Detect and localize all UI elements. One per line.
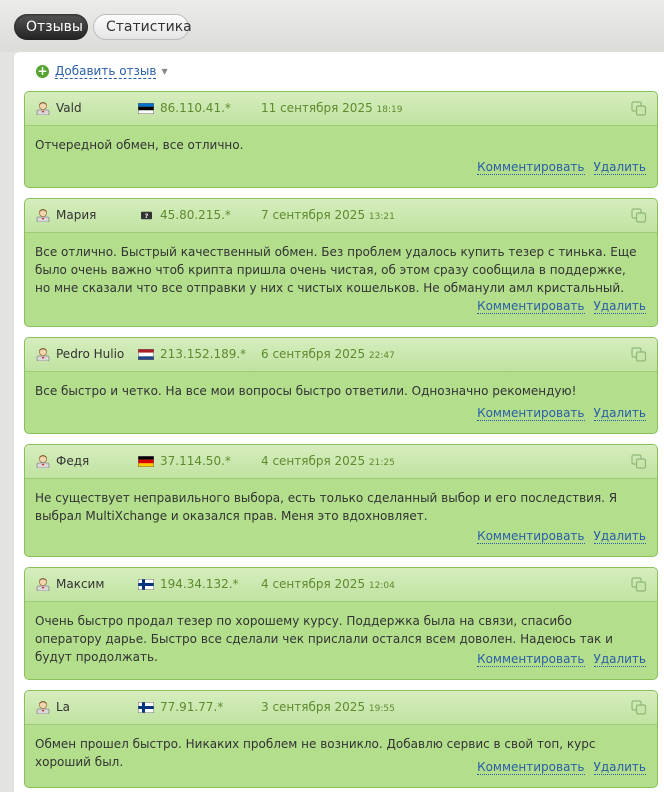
review-header: Vald 86.110.41.* 11 сентября 2025 18:19 bbox=[25, 92, 657, 126]
comment-link[interactable]: Комментировать bbox=[477, 299, 585, 314]
review-text: Все быстро и четко. На все мои вопросы б… bbox=[35, 384, 577, 398]
review-date: 7 сентября 2025 13:21 bbox=[261, 208, 395, 222]
review-date: 3 сентября 2025 19:55 bbox=[261, 700, 395, 714]
delete-link[interactable]: Удалить bbox=[593, 406, 646, 421]
plus-circle-icon: + bbox=[36, 63, 49, 78]
comment-link[interactable]: Комментировать bbox=[477, 160, 585, 175]
delete-link[interactable]: Удалить bbox=[593, 299, 646, 314]
svg-text:?: ? bbox=[145, 213, 149, 220]
review-header: Федя 37.114.50.* 4 сентября 2025 21:25 bbox=[25, 445, 657, 479]
delete-link[interactable]: Удалить bbox=[593, 652, 646, 667]
reviewer-ip: 86.110.41.* bbox=[160, 101, 231, 115]
user-icon bbox=[36, 209, 50, 222]
finland-flag-icon bbox=[138, 702, 154, 713]
reviewer-name: Pedro Hulio bbox=[56, 347, 125, 361]
review-card: Максим 194.34.132.* 4 сентября 2025 12:0… bbox=[24, 567, 658, 680]
review-actions: Комментировать Удалить bbox=[468, 760, 646, 775]
user-icon bbox=[36, 348, 50, 361]
reviews-panel: + Добавить отзыв ▼ Vald 86.110.41.* 11 с… bbox=[14, 52, 664, 792]
review-card: Pedro Hulio 213.152.189.* 6 сентября 202… bbox=[24, 337, 658, 434]
reviewer-ip: 45.80.215.* bbox=[160, 208, 231, 222]
review-text: Не существует неправильного выбора, есть… bbox=[35, 491, 618, 523]
delete-link[interactable]: Удалить bbox=[593, 529, 646, 544]
reviewer-ip: 194.34.132.* bbox=[160, 577, 239, 591]
copy-icon[interactable] bbox=[631, 208, 647, 223]
user-icon bbox=[36, 455, 50, 468]
comment-link[interactable]: Комментировать bbox=[477, 760, 585, 775]
review-card: Мария ? 45.80.215.* 7 сентября 2025 13:2… bbox=[24, 198, 658, 327]
reviewer-ip: 213.152.189.* bbox=[160, 347, 247, 361]
finland-flag-icon bbox=[138, 579, 154, 590]
top-tab-bar: Отзывы Статистика bbox=[0, 0, 664, 52]
review-header: Pedro Hulio 213.152.189.* 6 сентября 202… bbox=[25, 338, 657, 372]
copy-icon[interactable] bbox=[631, 347, 647, 362]
review-date: 4 сентября 2025 21:25 bbox=[261, 454, 395, 468]
estonia-flag-icon bbox=[138, 103, 154, 114]
tab-reviews[interactable]: Отзывы bbox=[14, 14, 88, 40]
unknown-flag-icon: ? bbox=[141, 211, 152, 220]
add-review-button[interactable]: + Добавить отзыв ▼ bbox=[36, 63, 168, 79]
review-header: Максим 194.34.132.* 4 сентября 2025 12:0… bbox=[25, 568, 657, 602]
netherlands-flag-icon bbox=[138, 349, 154, 360]
reviewer-name: Максим bbox=[56, 577, 105, 591]
reviewer-ip: 37.114.50.* bbox=[160, 454, 231, 468]
delete-link[interactable]: Удалить bbox=[593, 160, 646, 175]
review-text: Все отлично. Быстрый качественный обмен.… bbox=[35, 245, 637, 295]
review-date: 11 сентября 2025 18:19 bbox=[261, 101, 403, 115]
user-icon bbox=[36, 102, 50, 115]
review-header: Мария ? 45.80.215.* 7 сентября 2025 13:2… bbox=[25, 199, 657, 233]
review-card: La 77.91.77.* 3 сентября 2025 19:55 Обме… bbox=[24, 690, 658, 788]
germany-flag-icon bbox=[138, 456, 154, 467]
review-card: Vald 86.110.41.* 11 сентября 2025 18:19 … bbox=[24, 91, 658, 188]
reviewer-ip: 77.91.77.* bbox=[160, 700, 224, 714]
delete-link[interactable]: Удалить bbox=[593, 760, 646, 775]
reviewer-name: Федя bbox=[56, 454, 90, 468]
user-icon bbox=[36, 578, 50, 591]
review-actions: Комментировать Удалить bbox=[468, 652, 646, 667]
add-review-link[interactable]: Добавить отзыв bbox=[55, 64, 157, 79]
review-header: La 77.91.77.* 3 сентября 2025 19:55 bbox=[25, 691, 657, 725]
chevron-down-icon[interactable]: ▼ bbox=[161, 67, 167, 76]
comment-link[interactable]: Комментировать bbox=[477, 652, 585, 667]
review-card: Федя 37.114.50.* 4 сентября 2025 21:25 Н… bbox=[24, 444, 658, 557]
comment-link[interactable]: Комментировать bbox=[477, 529, 585, 544]
review-date: 6 сентября 2025 22:47 bbox=[261, 347, 395, 361]
copy-icon[interactable] bbox=[631, 577, 647, 592]
review-actions: Комментировать Удалить bbox=[468, 299, 646, 314]
user-icon bbox=[36, 701, 50, 714]
copy-icon[interactable] bbox=[631, 454, 647, 469]
copy-icon[interactable] bbox=[631, 700, 647, 715]
review-date: 4 сентября 2025 12:04 bbox=[261, 577, 395, 591]
comment-link[interactable]: Комментировать bbox=[477, 406, 585, 421]
reviewer-name: La bbox=[56, 700, 71, 714]
review-actions: Комментировать Удалить bbox=[468, 406, 646, 421]
review-actions: Комментировать Удалить bbox=[468, 529, 646, 544]
review-text: Отчередной обмен, все отлично. bbox=[35, 138, 244, 152]
review-actions: Комментировать Удалить bbox=[468, 160, 646, 175]
copy-icon[interactable] bbox=[631, 101, 647, 116]
reviewer-name: Vald bbox=[56, 101, 82, 115]
tab-statistics[interactable]: Статистика bbox=[93, 14, 192, 40]
reviewer-name: Мария bbox=[56, 208, 97, 222]
